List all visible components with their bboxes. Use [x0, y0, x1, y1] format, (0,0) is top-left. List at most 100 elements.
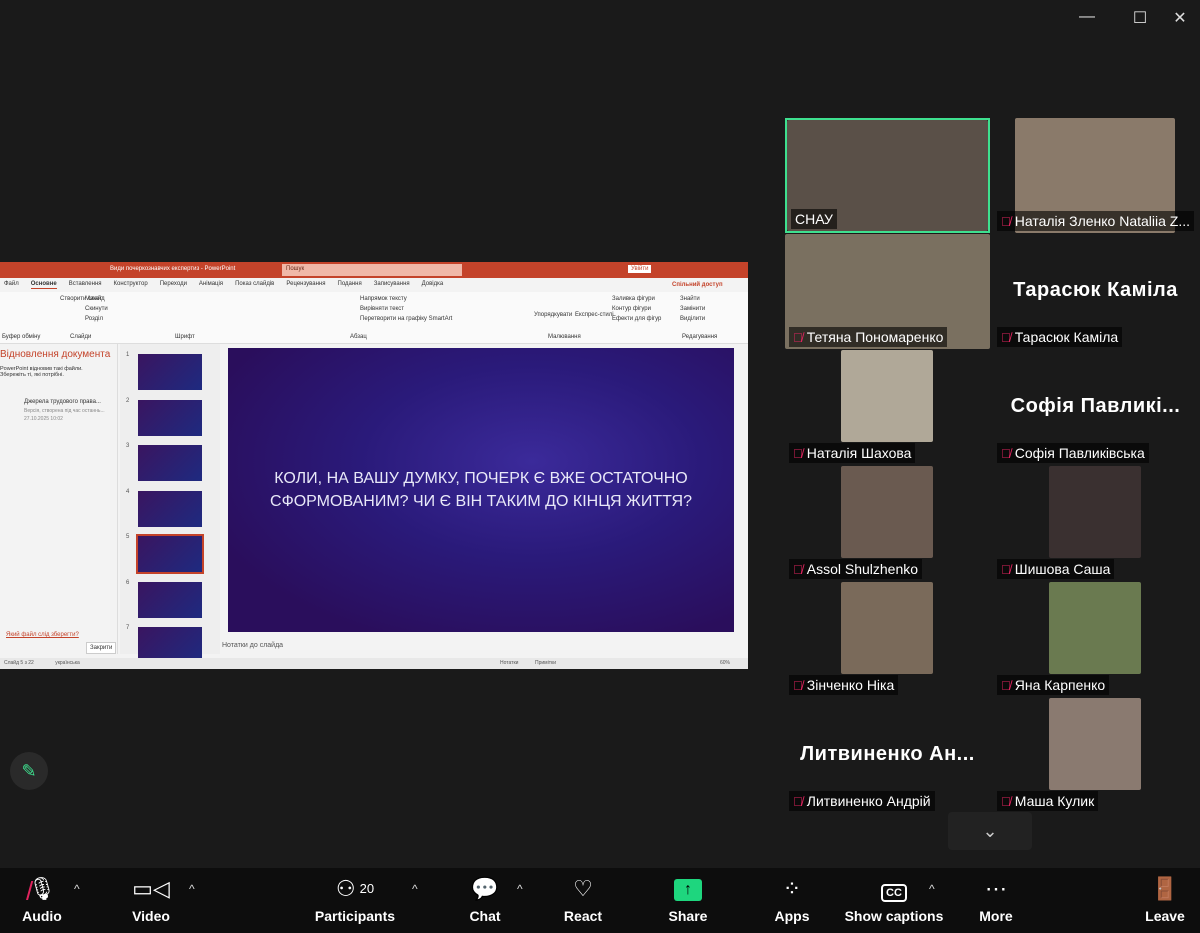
ppt-tab: Довідка — [421, 281, 444, 287]
participant-name: Тетяна Пономаренко — [806, 329, 944, 345]
audio-button[interactable]: 🎙 / Audio — [12, 868, 72, 933]
participant-name: Наталія Шахова — [806, 445, 912, 461]
participant-name-label: 🎙̸ Зінченко Ніка — [789, 675, 899, 695]
slide-thumbnail — [138, 490, 202, 527]
ppt-group-slides: Слайди — [70, 334, 92, 340]
status-zoom: 60% — [720, 660, 731, 666]
chat-icon: 💬 — [471, 876, 499, 901]
annotate-button[interactable]: ✎ — [10, 752, 48, 790]
mic-muted-icon: 🎙̸ — [793, 793, 803, 809]
ppt-layout: Макет — [85, 296, 102, 302]
ppt-group-drawing: Малювання — [548, 334, 581, 340]
apps-icon: ⁘ — [782, 876, 802, 901]
status-notes: Нотатки — [500, 660, 519, 666]
participant-tile[interactable]: Тарасюк Каміла 🎙̸ Тарасюк Каміла — [993, 234, 1198, 349]
participant-tile[interactable]: 🎙̸ Наталія Зленко Nataliia Z... — [993, 118, 1198, 233]
more-label: More — [979, 908, 1013, 924]
participant-name-label: 🎙̸ Маша Кулик — [997, 791, 1099, 811]
recovery-text: PowerPoint відновив такі файли. Збережіт… — [0, 366, 83, 378]
captions-options-caret[interactable]: ^ — [929, 882, 935, 896]
video-button[interactable]: ▭◁ Video — [121, 868, 181, 933]
participant-tile[interactable]: 🎙̸ Яна Карпенко — [993, 582, 1198, 697]
captions-button[interactable]: CC Show captions — [843, 868, 945, 933]
more-icon: ⋯ — [985, 876, 1007, 901]
ppt-title: Види почеркознавчих експертиз - PowerPoi… — [110, 266, 236, 272]
ppt-group-paragraph: Абзац — [350, 334, 367, 340]
heart-icon: ♡ — [573, 876, 593, 901]
participant-tile[interactable]: 🎙̸ Assol Shulzhenko — [785, 466, 990, 581]
participant-video — [1049, 582, 1141, 674]
ppt-tab: Переходи — [159, 281, 187, 287]
ppt-tab: Вставлення — [68, 281, 102, 287]
recovery-link: Який файл слід зберегти? — [6, 632, 79, 638]
slide-number: 6 — [126, 579, 130, 586]
recovery-file-name: Джерела трудового права... — [24, 399, 101, 405]
slide-number: 5 — [126, 534, 130, 540]
ppt-arrange: Упорядкувати — [534, 312, 573, 318]
participant-name: Шишова Саша — [1014, 561, 1111, 577]
slide-number: 7 — [126, 625, 130, 631]
mic-muted-icon: 🎙̸ — [793, 445, 803, 461]
ppt-shape-outline: Контур фігури — [612, 306, 651, 312]
participant-tile[interactable]: СНАУ — [785, 118, 990, 233]
mic-muted-icon: 🎙̸ — [793, 677, 803, 693]
scroll-down-button[interactable]: ⌄ — [948, 812, 1032, 850]
mic-muted-icon: 🎙̸ — [793, 561, 803, 577]
participants-label: Participants — [314, 908, 396, 924]
react-button[interactable]: ♡ React — [558, 868, 608, 933]
leave-icon: 🚪 — [1151, 876, 1179, 901]
participant-tile[interactable]: Софія Павликі... 🎙̸ Софія Павликівська — [993, 350, 1198, 465]
ppt-share: Спільний доступ — [672, 282, 723, 288]
participant-tile[interactable]: 🎙̸ Зінченко Ніка — [785, 582, 990, 697]
participant-tile[interactable]: 🎙̸ Маша Кулик — [993, 698, 1198, 813]
status-slide: Слайд 5 з 22 — [4, 660, 34, 666]
participants-options-caret[interactable]: ^ — [412, 882, 418, 896]
react-label: React — [563, 908, 603, 924]
ppt-titlebar: Види почеркознавчих експертиз - PowerPoi… — [0, 262, 748, 278]
minimize-button[interactable]: — — [1072, 8, 1102, 26]
current-slide: КОЛИ, НА ВАШУ ДУМКУ, ПОЧЕРК Є ВЖЕ ОСТАТО… — [228, 348, 734, 632]
participant-tile[interactable]: Литвиненко Ан... 🎙̸ Литвиненко Андрій — [785, 698, 990, 813]
more-button[interactable]: ⋯ More — [971, 868, 1021, 933]
document-recovery-pane: Відновлення документа PowerPoint віднови… — [0, 344, 118, 654]
chat-options-caret[interactable]: ^ — [517, 882, 523, 896]
audio-label: Audio — [22, 908, 62, 924]
slide-thumbnail — [136, 534, 204, 574]
ppt-tab: Основне — [30, 281, 57, 289]
participant-name-label: 🎙̸ Наталія Зленко Nataliia Z... — [997, 211, 1195, 231]
share-button[interactable]: ↑ Share — [663, 868, 713, 933]
chat-label: Chat — [469, 908, 501, 924]
ppt-shape-fill: Заливка фігури — [612, 296, 655, 302]
ppt-tab: Записування — [373, 281, 410, 287]
participant-name-label: 🎙̸ Тарасюк Каміла — [997, 327, 1123, 347]
participant-tile[interactable]: 🎙̸ Тетяна Пономаренко — [785, 234, 990, 349]
recovery-file-date: 27.10.2025 10:02 — [24, 416, 63, 422]
participant-name-label: 🎙̸ Литвиненко Андрій — [789, 791, 935, 811]
mic-muted-icon: 🎙̸ — [1001, 793, 1011, 809]
participant-video — [1049, 466, 1141, 558]
video-options-caret[interactable]: ^ — [189, 882, 195, 896]
mic-muted-icon: 🎙̸ — [1001, 561, 1011, 577]
leave-button[interactable]: 🚪 Leave — [1140, 868, 1190, 933]
participants-button[interactable]: ⚇ 20 Participants — [310, 868, 400, 933]
ppt-quick-styles: Експрес-стилі — [575, 312, 614, 318]
ppt-select: Виділити — [680, 316, 706, 322]
audio-options-caret[interactable]: ^ — [74, 882, 80, 896]
participants-icon: ⚇ — [335, 876, 356, 901]
participant-tile[interactable]: 🎙̸ Наталія Шахова — [785, 350, 990, 465]
ppt-group-editing: Редагування — [682, 334, 718, 340]
participant-name: СНАУ — [795, 211, 833, 227]
captions-label: Show captions — [844, 908, 944, 924]
participant-tile[interactable]: 🎙̸ Шишова Саша — [993, 466, 1198, 581]
close-button[interactable]: ✕ — [1165, 8, 1195, 28]
slide-thumbnail — [138, 445, 202, 481]
slide-number: 1 — [126, 352, 130, 358]
apps-button[interactable]: ⁘ Apps — [767, 868, 817, 933]
maximize-button[interactable]: ☐ — [1125, 8, 1155, 28]
participant-name: Наталія Зленко Nataliia Z... — [1014, 213, 1191, 229]
ppt-smartart: Перетворити на графіку SmartArt — [360, 316, 453, 322]
participant-name-label: 🎙̸ Наталія Шахова — [789, 443, 916, 463]
participant-name: Тарасюк Каміла — [1014, 329, 1119, 345]
mic-muted-icon: 🎙̸ — [1001, 329, 1011, 345]
chat-button[interactable]: 💬 Chat — [460, 868, 510, 933]
